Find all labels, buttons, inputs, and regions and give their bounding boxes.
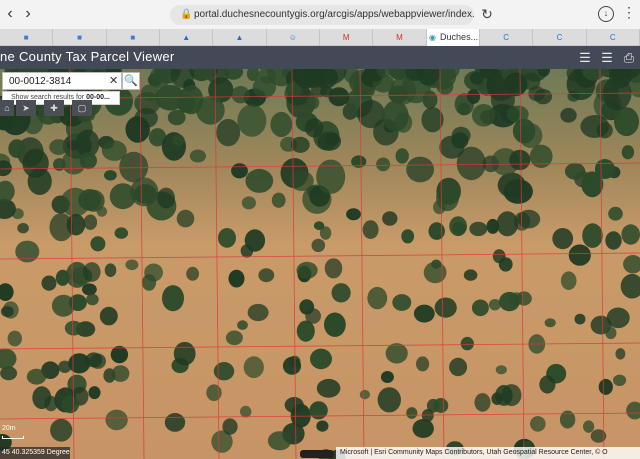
aerial-imagery [0,69,640,459]
tab-strip: ■ ■ ■ ▲ ▲ ☺ M M ◉ Duches... C C C [0,29,640,46]
search-input[interactable] [3,73,107,89]
car-icon: ■ [130,32,136,42]
clear-icon[interactable]: ✕ [109,73,118,89]
url-text: portal.duchesnecountygis.org/arcgis/apps… [194,9,474,20]
c-icon: C [556,32,563,42]
scale-bar [2,436,24,439]
coordinate-readout: 45 40.325359 Degrees [0,447,70,459]
search-box: ✕ [2,72,122,90]
list-icon[interactable]: ☰ [577,50,593,66]
lock-icon: 🔒 [180,9,193,20]
address-bar[interactable]: 🔒 portal.duchesnecountygis.org/arcgis/ap… [170,5,474,25]
browser-tab[interactable]: M [373,29,427,46]
browser-tab[interactable]: ▲ [213,29,267,46]
layers-icon[interactable]: ☰ [599,50,615,66]
browser-tab[interactable]: ■ [53,29,107,46]
map-attribution: Microsoft | Esri Community Maps Contribu… [336,447,640,459]
sail-icon: ▲ [182,32,191,42]
browser-tab[interactable]: ☺ [267,29,320,46]
browser-tab[interactable]: C [587,29,640,46]
esri-logo [300,450,334,458]
browser-toolbar: ‹ › 🔒 portal.duchesnecountygis.org/arcgi… [0,0,640,29]
measure-icon[interactable]: ✚ [44,100,64,116]
more-icon[interactable]: ⋮ [622,4,636,21]
smiley-icon: ☺ [288,32,297,42]
scale-label: 20m [2,425,16,432]
gmail-icon: M [396,32,403,42]
browser-tab[interactable]: C [533,29,587,46]
car-icon: ■ [23,32,29,42]
globe-icon: ◉ [429,32,437,42]
back-icon[interactable]: ‹ [2,4,18,24]
reload-icon[interactable]: ↻ [479,6,495,22]
forward-icon[interactable]: › [20,4,36,24]
sail-icon: ▲ [235,32,244,42]
home-icon[interactable]: ⌂ [0,100,14,116]
browser-tab[interactable]: M [320,29,374,46]
tab-label: Duches... [437,32,479,42]
car-icon: ■ [77,32,82,42]
browser-tab[interactable]: ■ [107,29,160,46]
gmail-icon: M [342,32,350,42]
select-icon[interactable]: ▢ [72,100,92,116]
print-icon[interactable]: ⎙ [621,50,637,66]
map-view[interactable] [0,69,640,459]
c-icon: C [609,32,616,42]
locate-icon[interactable]: ➤ [16,100,36,116]
browser-tab[interactable]: ▲ [160,29,214,46]
browser-tab[interactable]: ■ [0,29,54,46]
browser-tab[interactable]: C [480,29,534,46]
app-header: ne County Tax Parcel Viewer ☰ ☰ ⎙ [0,46,640,69]
app-title: ne County Tax Parcel Viewer [0,49,175,64]
c-icon: C [503,32,510,42]
search-button[interactable]: 🔍 [122,72,140,90]
search-icon: 🔍 [124,75,138,87]
download-icon[interactable]: ↓ [598,6,614,22]
browser-tab[interactable]: ◉ Duches... [426,29,480,46]
